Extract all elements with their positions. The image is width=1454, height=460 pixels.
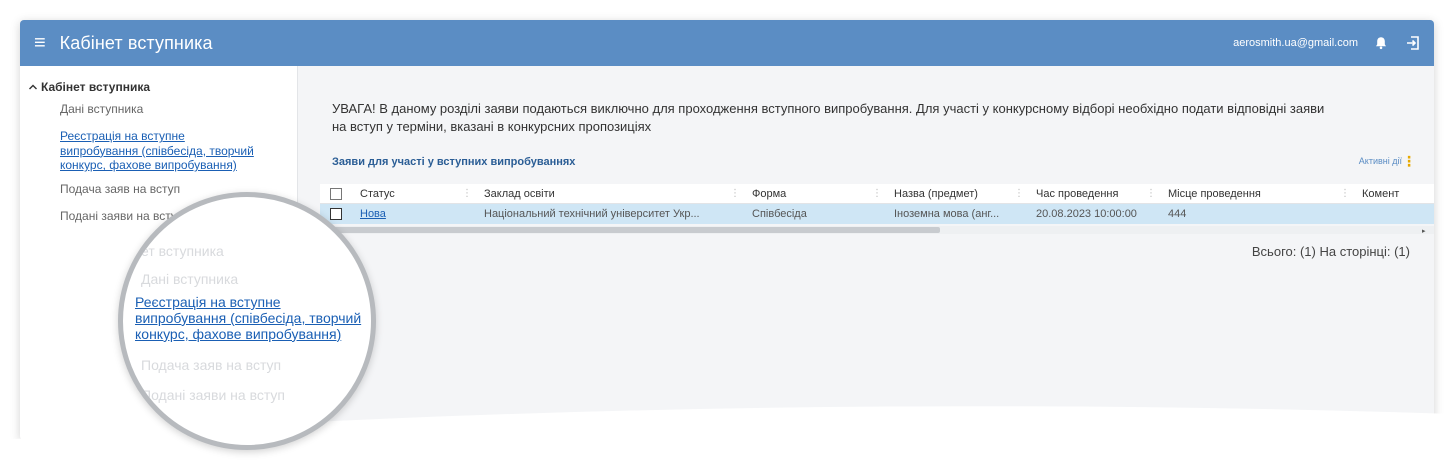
bell-icon[interactable] <box>1372 34 1390 52</box>
sidebar-heading: Кабінет вступника <box>41 80 151 94</box>
sidebar-item-entrance-exam-registration[interactable]: Реєстрація на вступне випробування (спів… <box>60 129 289 172</box>
sidebar-section-header[interactable]: Кабінет вступника <box>28 80 289 94</box>
magnifier-callout: ет вступника Дані вступника Реєстрація н… <box>118 192 376 450</box>
scroll-right-arrow-icon[interactable]: ▸ <box>1422 227 1426 235</box>
chevron-up-icon <box>29 84 37 90</box>
sidebar-item-label-line3: конкурс, фахове випробування) <box>60 158 237 173</box>
active-actions-button[interactable]: Активні дії <box>1359 156 1402 166</box>
magnified-active-line3: конкурс, фахове випробування) <box>135 325 342 342</box>
cell-comment <box>1354 204 1434 224</box>
sidebar-item-applicant-data[interactable]: Дані вступника <box>60 102 289 116</box>
column-header-form[interactable]: Форма <box>744 184 886 204</box>
horizontal-scrollbar[interactable] <box>320 226 1434 234</box>
magnified-faded-item: Подані заяви на вступ <box>141 387 285 403</box>
column-header-subject[interactable]: Назва (предмет) <box>886 184 1028 204</box>
column-header-status[interactable]: Статус <box>352 184 476 204</box>
notice-line-1: УВАГА! В даному розділі заяви подаються … <box>332 101 1325 116</box>
notice-text: УВАГА! В даному розділі заяви подаються … <box>332 100 1418 137</box>
row-checkbox[interactable] <box>330 208 342 220</box>
status-link[interactable]: Нова <box>360 208 386 220</box>
app-title: Кабінет вступника <box>59 32 213 53</box>
pagination-total: Всього: (1) На сторінці: (1) <box>1251 244 1410 259</box>
kebab-menu-icon[interactable]: ⋮ <box>1402 153 1416 170</box>
cell-form: Співбесіда <box>752 208 807 220</box>
user-area: aerosmith.ua@gmail.com <box>1233 34 1422 52</box>
magnified-active-line1: Реєстрація на вступне <box>135 294 281 310</box>
menu-icon[interactable]: ≡ <box>34 33 46 53</box>
top-bar: ≡ Кабінет вступника aerosmith.ua@gmail.c… <box>20 20 1434 66</box>
column-header-institution[interactable]: Заклад освіти <box>476 184 744 204</box>
logout-icon[interactable] <box>1404 34 1422 52</box>
select-all-cell <box>320 187 352 200</box>
cell-subject: Іноземна мова (анг... <box>894 208 1000 220</box>
column-header-comment[interactable]: Комент <box>1354 184 1434 204</box>
cell-status: Нова <box>352 204 476 224</box>
cell-place: 444 <box>1168 208 1187 220</box>
magnified-faded-heading: ет вступника <box>141 243 224 259</box>
magnified-faded-item: Подача заяв на вступ <box>141 357 282 373</box>
cell-institution: Національний технічний університет Укр..… <box>484 208 700 220</box>
sidebar-item-label-line2: випробування (співбесіда, творчий <box>60 143 254 158</box>
select-all-checkbox[interactable] <box>330 187 342 200</box>
column-header-place[interactable]: Місце проведення <box>1160 184 1354 204</box>
table-header: Статус Заклад освіти Форма Назва (предме… <box>320 184 1434 204</box>
magnified-active-line2: випробування (співбесіда, творчий <box>135 309 362 326</box>
user-email[interactable]: aerosmith.ua@gmail.com <box>1233 37 1358 49</box>
column-header-time[interactable]: Час проведення <box>1028 184 1160 204</box>
scrollbar-thumb[interactable] <box>320 227 940 233</box>
notice-line-2: на вступ у терміни, вказані в конкурсних… <box>332 119 652 135</box>
cell-time: 20.08.2023 10:00:00 <box>1036 208 1137 220</box>
main-content: УВАГА! В даному розділі заяви подаються … <box>298 66 1434 440</box>
magnified-active-item: Реєстрація на вступне випробування (спів… <box>135 294 362 342</box>
applications-table: Статус Заклад освіти Форма Назва (предме… <box>320 184 1434 224</box>
magnified-faded-item: Дані вступника <box>141 271 239 287</box>
section-title: Заяви для участі у вступних випробування… <box>332 156 576 168</box>
table-row[interactable]: Нова Національний технічний університет … <box>320 204 1434 224</box>
sidebar-item-label-line1: Реєстрація на вступне <box>60 129 185 144</box>
